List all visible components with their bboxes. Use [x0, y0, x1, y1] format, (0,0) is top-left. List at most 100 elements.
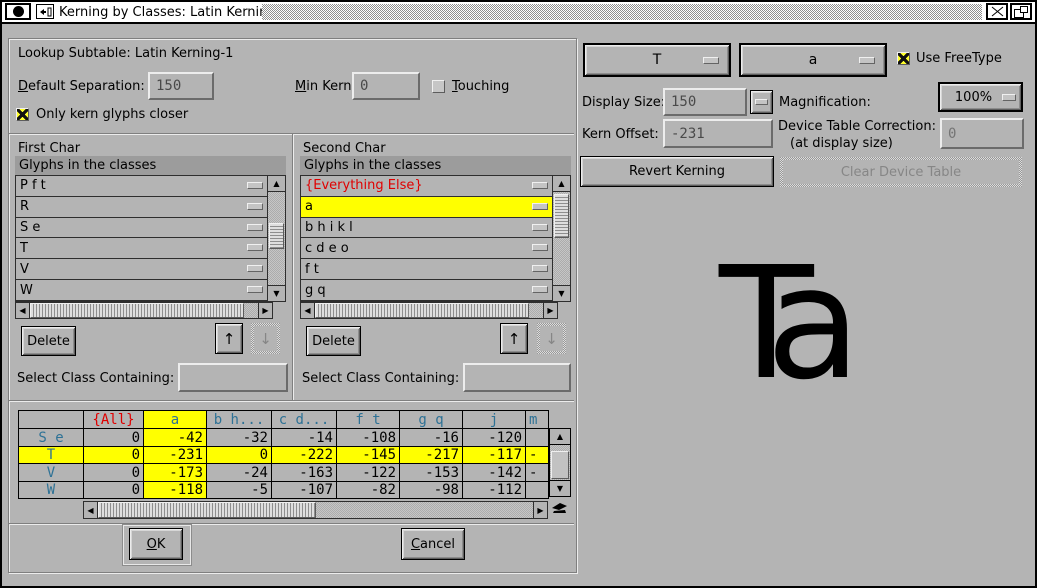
scroll-thumb[interactable] — [269, 223, 284, 249]
kern-cell[interactable]: -107 — [272, 482, 337, 499]
revert-kerning-button[interactable]: Revert Kerning — [580, 156, 774, 187]
col-header[interactable]: m r — [526, 411, 549, 429]
second-select-class-input[interactable] — [463, 363, 571, 392]
kern-cell[interactable]: -14 — [272, 429, 337, 447]
kern-cell[interactable]: - — [526, 464, 549, 482]
table-hscroll-track[interactable] — [98, 502, 533, 518]
ok-button[interactable]: OK — [129, 528, 183, 560]
first-char-vscroll-track[interactable] — [268, 192, 285, 285]
scroll-up-icon[interactable]: ▲ — [550, 429, 570, 445]
class-handle-icon[interactable] — [247, 286, 263, 293]
scroll-thumb[interactable] — [30, 303, 244, 318]
cancel-button[interactable]: Cancel — [401, 528, 465, 560]
second-char-move-down-button[interactable]: ↓ — [537, 323, 566, 354]
col-header[interactable]: c d... — [272, 411, 337, 429]
kern-cell[interactable]: -173 — [144, 464, 207, 482]
first-class-dropdown[interactable]: T — [583, 43, 731, 77]
list-item[interactable]: P f t — [16, 176, 267, 197]
table-vscrollbar[interactable]: ▲ ▼ — [549, 428, 571, 497]
touching-checkbox[interactable] — [432, 80, 445, 93]
class-handle-icon[interactable] — [532, 203, 548, 210]
scroll-left-icon[interactable]: ◀ — [301, 303, 315, 318]
row-header[interactable]: W — [19, 482, 84, 499]
kern-cell[interactable]: -117 — [463, 447, 526, 464]
second-class-dropdown[interactable]: a — [739, 43, 887, 77]
col-header[interactable]: b h... — [207, 411, 272, 429]
class-handle-icon[interactable] — [247, 203, 263, 210]
kern-cell[interactable]: -42 — [144, 429, 207, 447]
scroll-thumb[interactable] — [554, 194, 569, 238]
first-char-hscrollbar[interactable]: ◀ ▶ — [15, 302, 273, 319]
second-char-delete-button[interactable]: Delete — [306, 326, 361, 356]
kern-cell[interactable]: -112 — [463, 482, 526, 499]
kern-cell[interactable]: -163 — [272, 464, 337, 482]
kern-cell[interactable] — [526, 482, 549, 499]
kern-cell[interactable]: -82 — [337, 482, 400, 499]
kern-cell[interactable]: -108 — [337, 429, 400, 447]
second-char-vscrollbar[interactable]: ▲ ▼ — [552, 176, 570, 301]
iconify-button[interactable] — [36, 4, 54, 19]
kern-cell[interactable]: - — [526, 447, 549, 464]
second-char-vscroll-track[interactable] — [553, 192, 570, 285]
list-item[interactable]: R — [16, 197, 267, 218]
default-separation-input[interactable] — [148, 72, 214, 100]
class-handle-icon[interactable] — [247, 265, 263, 272]
class-handle-icon[interactable] — [532, 286, 548, 293]
scroll-right-icon[interactable]: ▶ — [533, 502, 547, 518]
kern-cell[interactable]: -142 — [463, 464, 526, 482]
scroll-left-icon[interactable]: ◀ — [84, 502, 98, 518]
class-handle-icon[interactable] — [247, 182, 263, 189]
maximize-button[interactable] — [1010, 3, 1032, 20]
kern-cell[interactable]: 0 — [84, 482, 144, 499]
list-item[interactable]: f t — [301, 259, 552, 280]
row-header[interactable]: S e — [19, 429, 84, 447]
kern-cell[interactable]: 0 — [84, 464, 144, 482]
col-header[interactable]: j — [463, 411, 526, 429]
kern-cell[interactable]: -145 — [337, 447, 400, 464]
kern-cell[interactable]: 0 — [84, 447, 144, 464]
col-header[interactable]: f t — [337, 411, 400, 429]
first-char-delete-button[interactable]: Delete — [21, 326, 76, 356]
class-handle-icon[interactable] — [247, 244, 263, 251]
first-select-class-input[interactable] — [178, 363, 288, 392]
kern-offset-input[interactable] — [663, 119, 773, 148]
kern-cell[interactable]: -118 — [144, 482, 207, 499]
list-item-everything-else[interactable]: {Everything Else} — [301, 176, 552, 197]
first-char-vscrollbar[interactable]: ▲ ▼ — [267, 176, 285, 301]
second-char-hscrollbar[interactable]: ◀ ▶ — [300, 302, 558, 319]
class-handle-icon[interactable] — [532, 265, 548, 272]
class-handle-icon[interactable] — [532, 244, 548, 251]
first-char-hscroll-track[interactable] — [30, 303, 258, 318]
kern-cell[interactable]: -16 — [400, 429, 463, 447]
list-item-selected[interactable]: a — [301, 197, 552, 218]
row-header[interactable]: V — [19, 464, 84, 482]
kern-cell[interactable] — [526, 429, 549, 447]
scroll-down-icon[interactable]: ▼ — [268, 285, 285, 301]
table-vscroll-track[interactable] — [550, 445, 570, 480]
list-item[interactable]: c d e o — [301, 238, 552, 259]
second-char-hscroll-track[interactable] — [315, 303, 543, 318]
kern-cell[interactable]: -24 — [207, 464, 272, 482]
min-kern-input[interactable] — [352, 72, 420, 100]
kern-cell[interactable]: -153 — [400, 464, 463, 482]
list-item[interactable]: T — [16, 238, 267, 259]
kern-cell[interactable]: -32 — [207, 429, 272, 447]
scroll-left-icon[interactable]: ◀ — [16, 303, 30, 318]
kern-cell[interactable]: -122 — [337, 464, 400, 482]
kern-cell[interactable]: -222 — [272, 447, 337, 464]
clear-device-table-button[interactable]: Clear Device Table — [780, 157, 1022, 187]
list-item[interactable]: b h i k l — [301, 218, 552, 239]
titlebar-drag-area[interactable] — [262, 4, 982, 20]
second-char-move-up-button[interactable]: ↑ — [500, 323, 528, 354]
scroll-up-icon[interactable]: ▲ — [268, 176, 285, 192]
scroll-thumb[interactable] — [551, 451, 569, 479]
kern-cell[interactable]: 0 — [207, 447, 272, 464]
kern-cell-selected[interactable]: -231 — [144, 447, 207, 464]
first-char-move-down-button[interactable]: ↓ — [251, 323, 280, 354]
only-kern-closer-checkbox[interactable] — [16, 108, 29, 121]
table-resize-grip-icon[interactable] — [551, 502, 569, 514]
col-header-all[interactable]: {All} — [84, 411, 144, 429]
window-menu-button[interactable] — [5, 3, 31, 20]
list-item[interactable]: S e — [16, 218, 267, 239]
col-header[interactable]: g q — [400, 411, 463, 429]
